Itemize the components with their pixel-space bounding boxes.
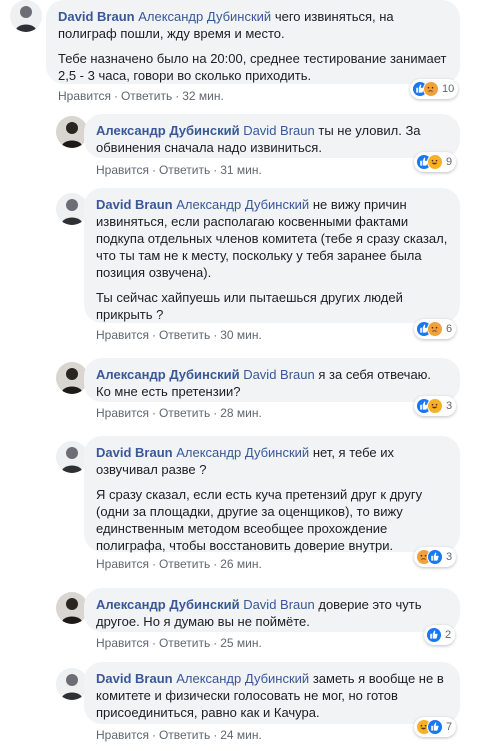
separator: ·: [213, 728, 218, 742]
separator: ·: [151, 406, 156, 420]
reaction-summary[interactable]: 2: [424, 625, 456, 645]
comment-time[interactable]: 30 мин.: [220, 328, 262, 342]
reply-link[interactable]: Ответить: [121, 89, 172, 103]
comment-actions: Нравится · Ответить · 32 мин.: [58, 89, 224, 103]
comment-actions: Нравится · Ответить · 30 мин.: [96, 328, 262, 342]
comment-actions: Нравится · Ответить · 25 мин.: [96, 636, 262, 650]
comment-actions: Нравится · Ответить · 24 мин.: [96, 728, 262, 742]
reaction-count: 10: [442, 83, 455, 95]
reply-link[interactable]: Ответить: [159, 636, 210, 650]
comment-time[interactable]: 32 мин.: [182, 89, 224, 103]
comment-author[interactable]: David Braun: [58, 9, 135, 24]
like-reaction-icon: [427, 719, 443, 735]
reaction-count: 2: [445, 629, 452, 641]
comment-actions: Нравится · Ответить · 26 мин.: [96, 557, 262, 571]
comment-time[interactable]: 31 мин.: [220, 163, 262, 177]
like-link[interactable]: Нравится: [96, 728, 149, 742]
reply-link[interactable]: Ответить: [159, 406, 210, 420]
separator: ·: [151, 557, 156, 571]
profile-photo-icon: [10, 0, 42, 32]
comment-mention[interactable]: Александр Дубинский: [138, 9, 271, 24]
separator: ·: [213, 328, 218, 342]
comment-mention[interactable]: Александр Дубинский: [176, 671, 309, 686]
like-link[interactable]: Нравится: [58, 89, 111, 103]
angry-reaction-icon: [427, 321, 443, 337]
separator: ·: [113, 89, 118, 103]
comment-time[interactable]: 25 мин.: [220, 636, 262, 650]
separator: ·: [213, 636, 218, 650]
comment-bubble: David Braun Александр Дубинский чего изв…: [46, 0, 460, 84]
comment-author[interactable]: David Braun: [96, 671, 173, 686]
comment-bubble: David Braun Александр Дубинский не вижу …: [84, 188, 460, 323]
reaction-count: 3: [446, 400, 453, 412]
separator: ·: [151, 328, 156, 342]
comment-author[interactable]: Александр Дубинский: [96, 597, 240, 612]
comment-bubble: Александр Дубинский David Braun ты не ул…: [84, 114, 460, 158]
like-link[interactable]: Нравится: [96, 328, 149, 342]
separator: ·: [151, 728, 156, 742]
reaction-count: 6: [446, 323, 453, 335]
comment-text: Я сразу сказал, если есть куча претензий…: [96, 487, 423, 553]
separator: ·: [151, 163, 156, 177]
comment-text: Ты сейчас хайпуешь или пытаешься других …: [96, 290, 403, 322]
avatar-david-braun[interactable]: [10, 0, 42, 32]
reaction-summary[interactable]: 6: [414, 319, 457, 339]
comment-author[interactable]: Александр Дубинский: [96, 367, 240, 382]
comment-bubble: David Braun Александр Дубинский заметь я…: [84, 662, 460, 724]
reaction-count: 3: [446, 551, 453, 563]
comment-actions: Нравится · Ответить · 28 мин.: [96, 406, 262, 420]
separator: ·: [213, 406, 218, 420]
comment-mention[interactable]: David Braun: [243, 123, 315, 138]
comment-author[interactable]: Александр Дубинский: [96, 123, 240, 138]
reply-link[interactable]: Ответить: [159, 557, 210, 571]
reaction-summary[interactable]: 3: [414, 396, 457, 416]
reaction-summary[interactable]: 9: [414, 152, 457, 172]
reaction-summary[interactable]: 3: [414, 547, 457, 567]
like-link[interactable]: Нравится: [96, 557, 149, 571]
like-reaction-icon: [427, 549, 443, 565]
separator: ·: [213, 557, 218, 571]
comment-bubble: Александр Дубинский David Braun я за себ…: [84, 358, 460, 402]
comment-bubble: Александр Дубинский David Braun доверие …: [84, 588, 460, 632]
comment-time[interactable]: 24 мин.: [220, 728, 262, 742]
comment-actions: Нравится · Ответить · 31 мин.: [96, 163, 262, 177]
reaction-count: 9: [446, 156, 453, 168]
separator: ·: [213, 163, 218, 177]
comment-author[interactable]: David Braun: [96, 445, 173, 460]
angry-reaction-icon: [423, 81, 439, 97]
comment-mention[interactable]: David Braun: [243, 597, 315, 612]
separator: ·: [151, 636, 156, 650]
reaction-count: 7: [446, 721, 453, 733]
comment-mention[interactable]: Александр Дубинский: [176, 445, 309, 460]
like-link[interactable]: Нравится: [96, 406, 149, 420]
reply-link[interactable]: Ответить: [159, 728, 210, 742]
reply-link[interactable]: Ответить: [159, 163, 210, 177]
comment-bubble: David Braun Александр Дубинский нет, я т…: [84, 436, 460, 553]
haha-reaction-icon: [427, 154, 443, 170]
comment-mention[interactable]: David Braun: [243, 367, 315, 382]
comment-time[interactable]: 26 мин.: [220, 557, 262, 571]
separator: ·: [175, 89, 180, 103]
haha-reaction-icon: [427, 398, 443, 414]
like-reaction-icon: [426, 627, 442, 643]
comment-text: Тебе назначено было на 20:00, среднее те…: [58, 51, 447, 83]
like-link[interactable]: Нравится: [96, 636, 149, 650]
reaction-summary[interactable]: 10: [410, 79, 459, 99]
comment-time[interactable]: 28 мин.: [220, 406, 262, 420]
like-link[interactable]: Нравится: [96, 163, 149, 177]
comment-author[interactable]: David Braun: [96, 197, 173, 212]
reaction-summary[interactable]: 7: [414, 717, 457, 737]
reply-link[interactable]: Ответить: [159, 328, 210, 342]
comment-mention[interactable]: Александр Дубинский: [176, 197, 309, 212]
